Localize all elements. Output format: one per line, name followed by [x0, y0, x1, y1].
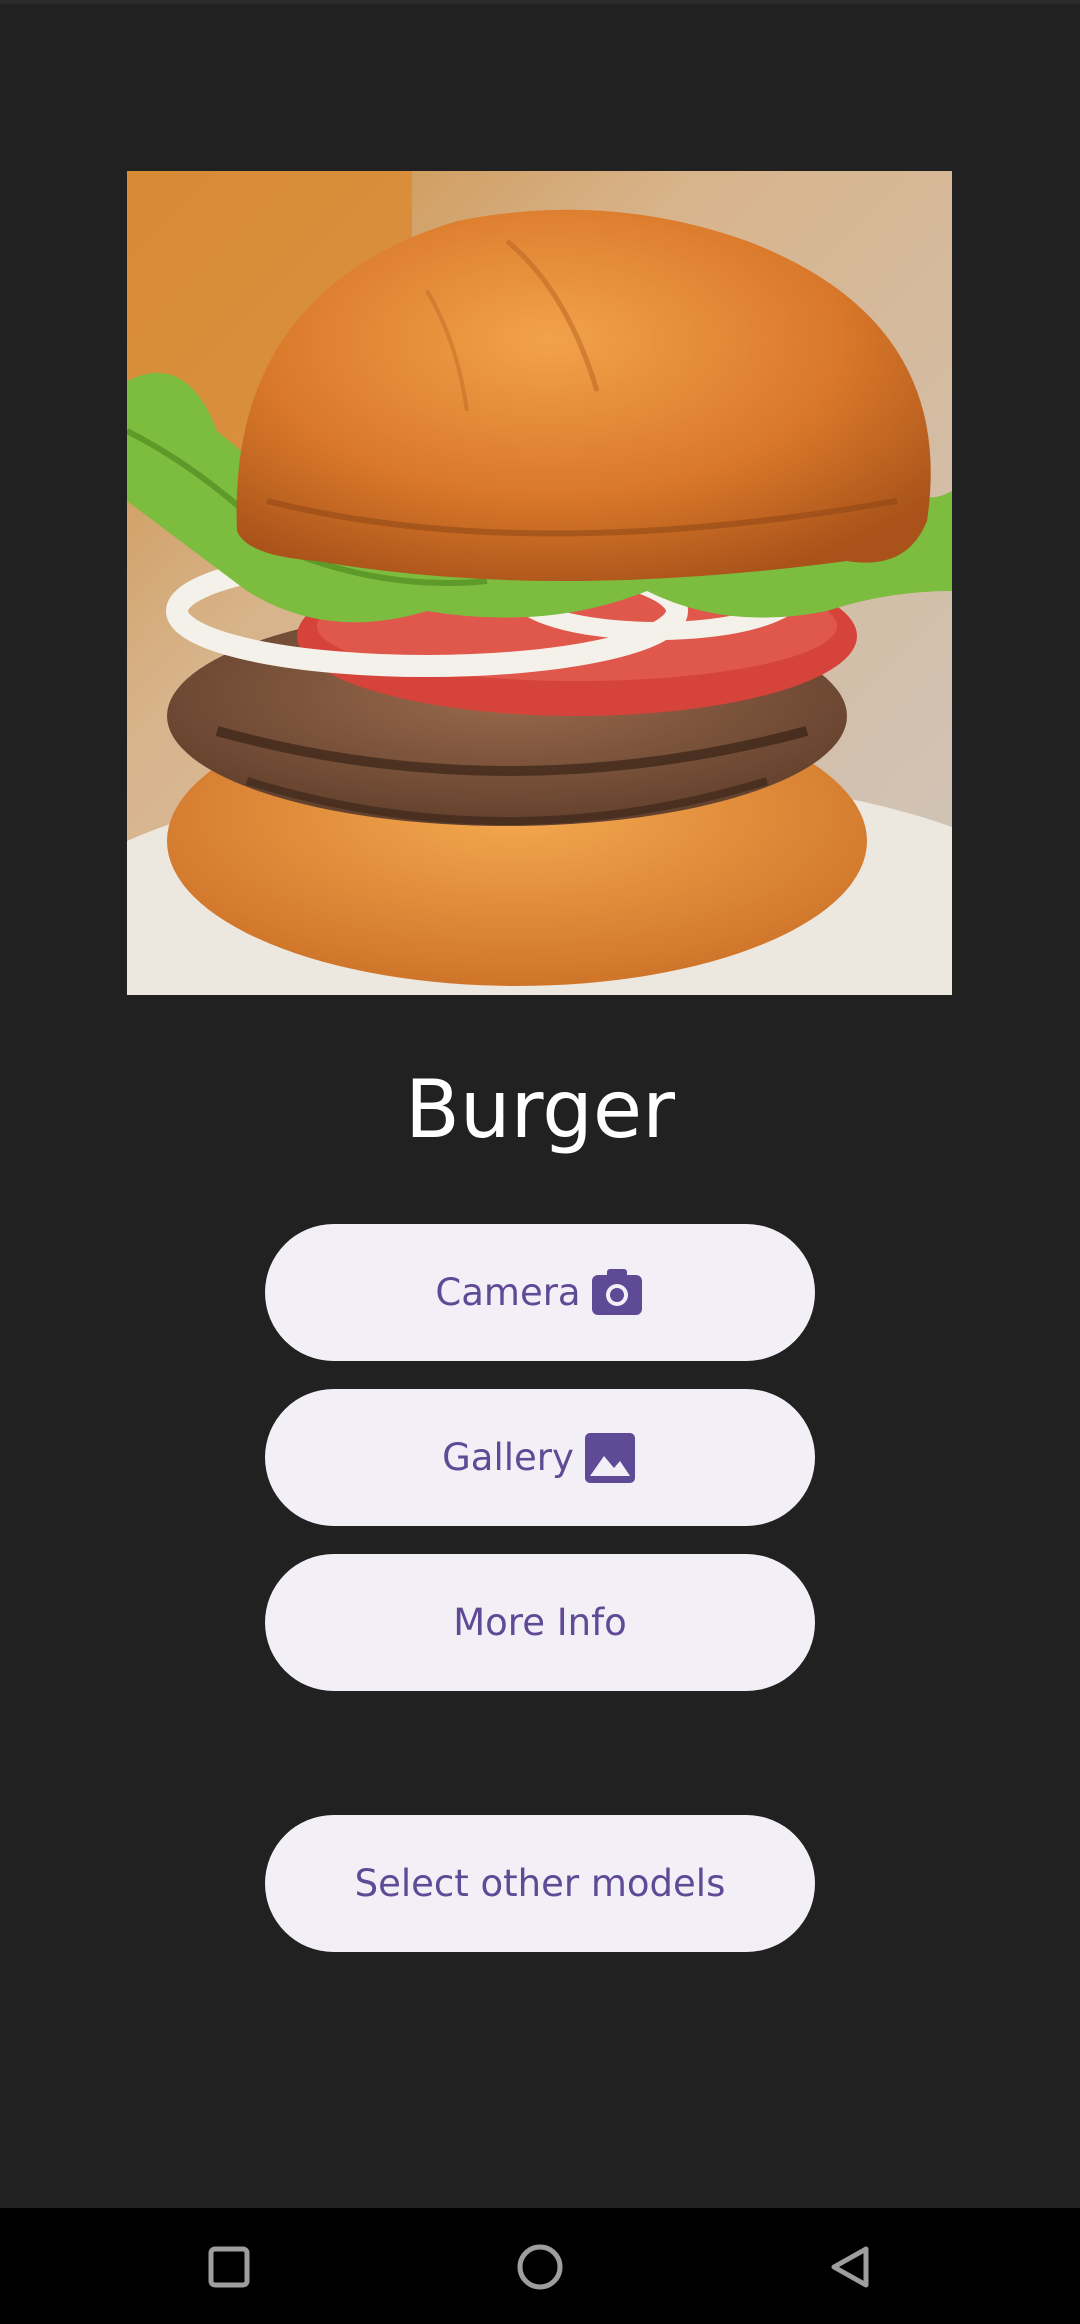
camera-button-label: Camera — [435, 1271, 581, 1314]
triangle-back-icon — [831, 2246, 869, 2288]
square-icon — [208, 2246, 250, 2288]
camera-icon — [589, 1265, 645, 1321]
recents-button[interactable] — [204, 2242, 254, 2292]
select-other-models-button[interactable]: Select other models — [265, 1815, 815, 1952]
circle-icon — [517, 2244, 563, 2290]
home-button[interactable] — [515, 2242, 565, 2292]
gallery-button-label: Gallery — [442, 1436, 574, 1479]
back-button[interactable] — [825, 2242, 875, 2292]
navigation-bar — [0, 2208, 1080, 2324]
status-bar-edge — [0, 0, 1080, 4]
classified-image — [127, 171, 952, 995]
gallery-button[interactable]: Gallery — [265, 1389, 815, 1526]
select-other-models-label: Select other models — [354, 1862, 726, 1905]
image-icon — [582, 1430, 638, 1486]
camera-button[interactable]: Camera — [265, 1224, 815, 1361]
result-label: Burger — [405, 1063, 675, 1156]
more-info-button[interactable]: More Info — [265, 1554, 815, 1691]
more-info-button-label: More Info — [453, 1601, 627, 1644]
